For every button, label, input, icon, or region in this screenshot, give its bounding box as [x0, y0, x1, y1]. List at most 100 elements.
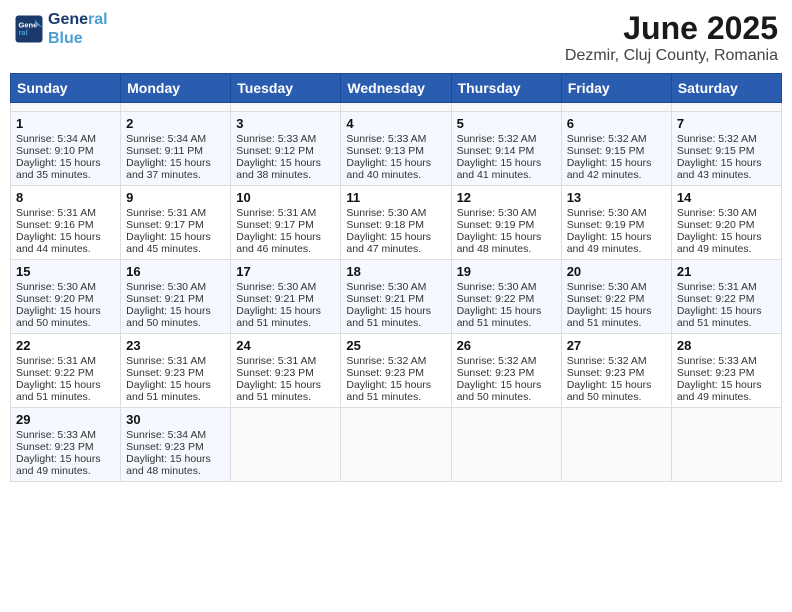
day-number: 12 [457, 190, 556, 205]
day-content: and 44 minutes. [16, 243, 115, 255]
day-content: Sunrise: 5:30 AM [346, 281, 445, 293]
day-content: Sunset: 9:20 PM [677, 219, 776, 231]
day-content: Sunrise: 5:32 AM [677, 133, 776, 145]
calendar-cell [671, 103, 781, 112]
day-number: 26 [457, 338, 556, 353]
calendar-cell: 13Sunrise: 5:30 AMSunset: 9:19 PMDayligh… [561, 186, 671, 260]
day-content: Sunset: 9:21 PM [346, 293, 445, 305]
day-content: and 38 minutes. [236, 169, 335, 181]
day-content: Daylight: 15 hours [346, 157, 445, 169]
day-content: and 42 minutes. [567, 169, 666, 181]
day-number: 19 [457, 264, 556, 279]
day-content: Daylight: 15 hours [677, 157, 776, 169]
day-content: Daylight: 15 hours [126, 379, 225, 391]
day-content: Sunset: 9:23 PM [677, 367, 776, 379]
day-content: Sunrise: 5:30 AM [126, 281, 225, 293]
day-content: Sunset: 9:21 PM [236, 293, 335, 305]
day-content: and 37 minutes. [126, 169, 225, 181]
day-content: Sunset: 9:18 PM [346, 219, 445, 231]
calendar-cell: 26Sunrise: 5:32 AMSunset: 9:23 PMDayligh… [451, 334, 561, 408]
day-number: 13 [567, 190, 666, 205]
day-content: Sunset: 9:22 PM [677, 293, 776, 305]
calendar-cell: 21 Sunrise: 5:31 AMSunset: 9:22 PMDayligh… [671, 260, 781, 334]
day-content: Sunrise: 5:33 AM [16, 429, 115, 441]
calendar-cell [561, 408, 671, 482]
day-content: Daylight: 15 hours [457, 305, 556, 317]
day-content: and 43 minutes. [677, 169, 776, 181]
day-content: Daylight: 15 hours [236, 157, 335, 169]
calendar-cell [451, 408, 561, 482]
day-number: 5 [457, 116, 556, 131]
calendar-cell [231, 103, 341, 112]
calendar-header-row: SundayMondayTuesdayWednesdayThursdayFrid… [11, 74, 782, 103]
day-number: 27 [567, 338, 666, 353]
header-sunday: Sunday [11, 74, 121, 103]
calendar-cell [341, 103, 451, 112]
day-content: and 41 minutes. [457, 169, 556, 181]
calendar-cell: 19Sunrise: 5:30 AMSunset: 9:22 PMDayligh… [451, 260, 561, 334]
day-content: Sunrise: 5:31 AM [16, 355, 115, 367]
day-content: Daylight: 15 hours [126, 157, 225, 169]
day-content: Sunrise: 5:31 AM [236, 355, 335, 367]
day-number: 22 [16, 338, 115, 353]
header-monday: Monday [121, 74, 231, 103]
day-content: and 50 minutes. [16, 317, 115, 329]
calendar-cell: 8Sunrise: 5:31 AMSunset: 9:16 PMDaylight… [11, 186, 121, 260]
calendar-cell [231, 408, 341, 482]
day-content: Daylight: 15 hours [126, 453, 225, 465]
day-content: Sunset: 9:14 PM [457, 145, 556, 157]
day-content: Sunrise: 5:32 AM [567, 355, 666, 367]
day-content: Daylight: 15 hours [236, 379, 335, 391]
day-content: Sunrise: 5:31 AM [677, 281, 776, 293]
day-number: 6 [567, 116, 666, 131]
day-content: and 40 minutes. [346, 169, 445, 181]
day-number: 3 [236, 116, 335, 131]
day-content: Daylight: 15 hours [236, 231, 335, 243]
day-number: 11 [346, 190, 445, 205]
day-content: Daylight: 15 hours [567, 231, 666, 243]
day-number: 21 [677, 264, 776, 279]
day-content: Sunrise: 5:30 AM [567, 281, 666, 293]
calendar-cell: 24Sunrise: 5:31 AMSunset: 9:23 PMDayligh… [231, 334, 341, 408]
day-number: 14 [677, 190, 776, 205]
day-content: and 47 minutes. [346, 243, 445, 255]
day-content: Sunrise: 5:32 AM [346, 355, 445, 367]
day-content: and 49 minutes. [677, 391, 776, 403]
calendar-cell [451, 103, 561, 112]
day-content: Sunset: 9:17 PM [126, 219, 225, 231]
day-content: and 49 minutes. [567, 243, 666, 255]
day-content: Sunrise: 5:34 AM [16, 133, 115, 145]
day-content: Daylight: 15 hours [346, 305, 445, 317]
calendar-cell [11, 103, 121, 112]
calendar-cell: 23Sunrise: 5:31 AMSunset: 9:23 PMDayligh… [121, 334, 231, 408]
day-content: Sunset: 9:23 PM [567, 367, 666, 379]
day-content: Daylight: 15 hours [16, 305, 115, 317]
day-content: Sunrise: 5:34 AM [126, 133, 225, 145]
calendar-cell: 22Sunrise: 5:31 AMSunset: 9:22 PMDayligh… [11, 334, 121, 408]
svg-text:ral: ral [19, 28, 28, 37]
calendar-cell: 29Sunrise: 5:33 AMSunset: 9:23 PMDayligh… [11, 408, 121, 482]
day-content: Daylight: 15 hours [236, 305, 335, 317]
day-content: Daylight: 15 hours [677, 305, 776, 317]
calendar-cell: 10Sunrise: 5:31 AMSunset: 9:17 PMDayligh… [231, 186, 341, 260]
day-content: and 49 minutes. [677, 243, 776, 255]
day-content: Daylight: 15 hours [567, 379, 666, 391]
day-number: 9 [126, 190, 225, 205]
calendar-cell: 30Sunrise: 5:34 AMSunset: 9:23 PMDayligh… [121, 408, 231, 482]
day-content: Daylight: 15 hours [16, 157, 115, 169]
day-number: 25 [346, 338, 445, 353]
day-content: Sunrise: 5:32 AM [567, 133, 666, 145]
day-content: and 50 minutes. [126, 317, 225, 329]
calendar-cell: 25Sunrise: 5:32 AMSunset: 9:23 PMDayligh… [341, 334, 451, 408]
day-content: and 51 minutes. [236, 317, 335, 329]
day-content: Daylight: 15 hours [16, 379, 115, 391]
day-content: Sunrise: 5:31 AM [236, 207, 335, 219]
day-content: Sunrise: 5:32 AM [457, 133, 556, 145]
title-area: June 2025 Dezmir, Cluj County, Romania [565, 10, 778, 65]
day-content: Sunrise: 5:33 AM [677, 355, 776, 367]
calendar-cell: 4Sunrise: 5:33 AMSunset: 9:13 PMDaylight… [341, 112, 451, 186]
day-content: Sunrise: 5:30 AM [677, 207, 776, 219]
logo: Gene ral General Blue [14, 10, 108, 48]
day-content: and 35 minutes. [16, 169, 115, 181]
day-content: Daylight: 15 hours [677, 379, 776, 391]
